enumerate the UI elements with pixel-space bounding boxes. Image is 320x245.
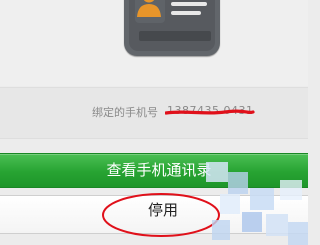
bound-phone-row: 绑定的手机号 1387435 0431 [0, 87, 308, 139]
mosaic-overlay [206, 162, 308, 245]
mosaic-tile [228, 172, 248, 194]
mosaic-tile [288, 222, 308, 245]
card-line [171, 2, 207, 6]
id-card-icon [124, 0, 220, 56]
mosaic-tile [212, 220, 230, 240]
view-contacts-label: 查看手机通讯录 [106, 161, 212, 179]
mosaic-tile [280, 180, 302, 200]
person-avatar-icon [137, 0, 161, 17]
screen: 绑定的手机号 1387435 0431 查看手机通讯录 停用 [0, 0, 308, 245]
bound-phone-label: 绑定的手机号 [92, 106, 158, 119]
mosaic-tile [250, 188, 274, 210]
mosaic-tile [220, 194, 240, 214]
card-face [129, 0, 215, 51]
profile-header [0, 0, 308, 86]
mosaic-tile [206, 162, 228, 182]
card-line [171, 11, 201, 15]
redaction-scribble [165, 109, 255, 115]
photo-slot [135, 0, 165, 23]
card-strip [139, 31, 211, 41]
mosaic-tile [266, 214, 288, 236]
mosaic-tile [242, 212, 262, 232]
